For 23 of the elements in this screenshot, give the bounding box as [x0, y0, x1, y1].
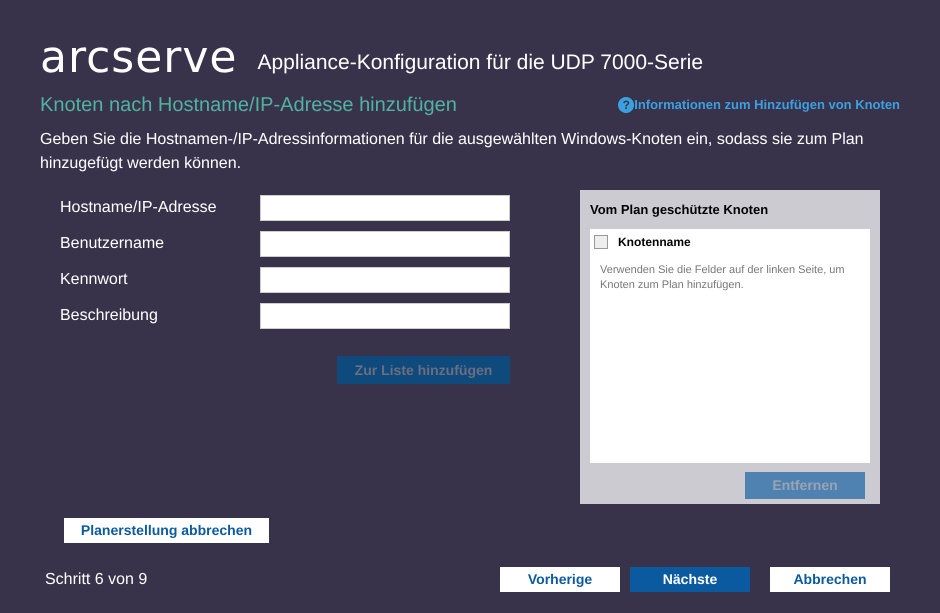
help-link[interactable]: ? Informationen zum Hinzufügen von Knoten: [618, 95, 900, 115]
intro-text: Geben Sie die Hostnamen-/IP-Adressinformationen für die ausgewählten Windows-Knoten ein, sodass sie zum Plan hinzugefügt werden können.: [40, 130, 865, 174]
input-field[interactable]: [260, 267, 510, 293]
nav-button[interactable]: Vorherige: [500, 567, 620, 592]
column-header: Knotenname: [618, 234, 691, 250]
help-icon: ?: [618, 97, 634, 113]
app-title: Appliance-Konfiguration für die UDP 7000-Serie: [257, 50, 704, 76]
empty-message: Verwenden Sie die Felder auf der linken Seite, um Knoten zum Plan hinzufügen.: [600, 262, 846, 292]
field-label: Kennwort: [60, 270, 129, 290]
cancel-plan-button[interactable]: Planerstellung abbrechen: [64, 518, 269, 543]
input-field[interactable]: [260, 303, 510, 329]
input-field[interactable]: [260, 195, 510, 221]
field-label: Benutzername: [60, 234, 166, 254]
panel-title: Vom Plan geschützte Knoten: [590, 201, 770, 219]
input-field[interactable]: [260, 231, 510, 257]
page-heading: Knoten nach Hostname/IP-Adresse hinzufügen: [40, 93, 457, 118]
checkbox[interactable]: [594, 234, 608, 248]
step-indicator: Schritt 6 von 9: [45, 570, 148, 590]
nav-button[interactable]: Nächste: [630, 567, 750, 592]
field-label: Beschreibung: [60, 306, 159, 326]
nav-button[interactable]: Abbrechen: [770, 567, 890, 592]
field-label: Hostname/IP-Adresse: [60, 198, 218, 218]
logo: arcserve: [40, 38, 238, 78]
